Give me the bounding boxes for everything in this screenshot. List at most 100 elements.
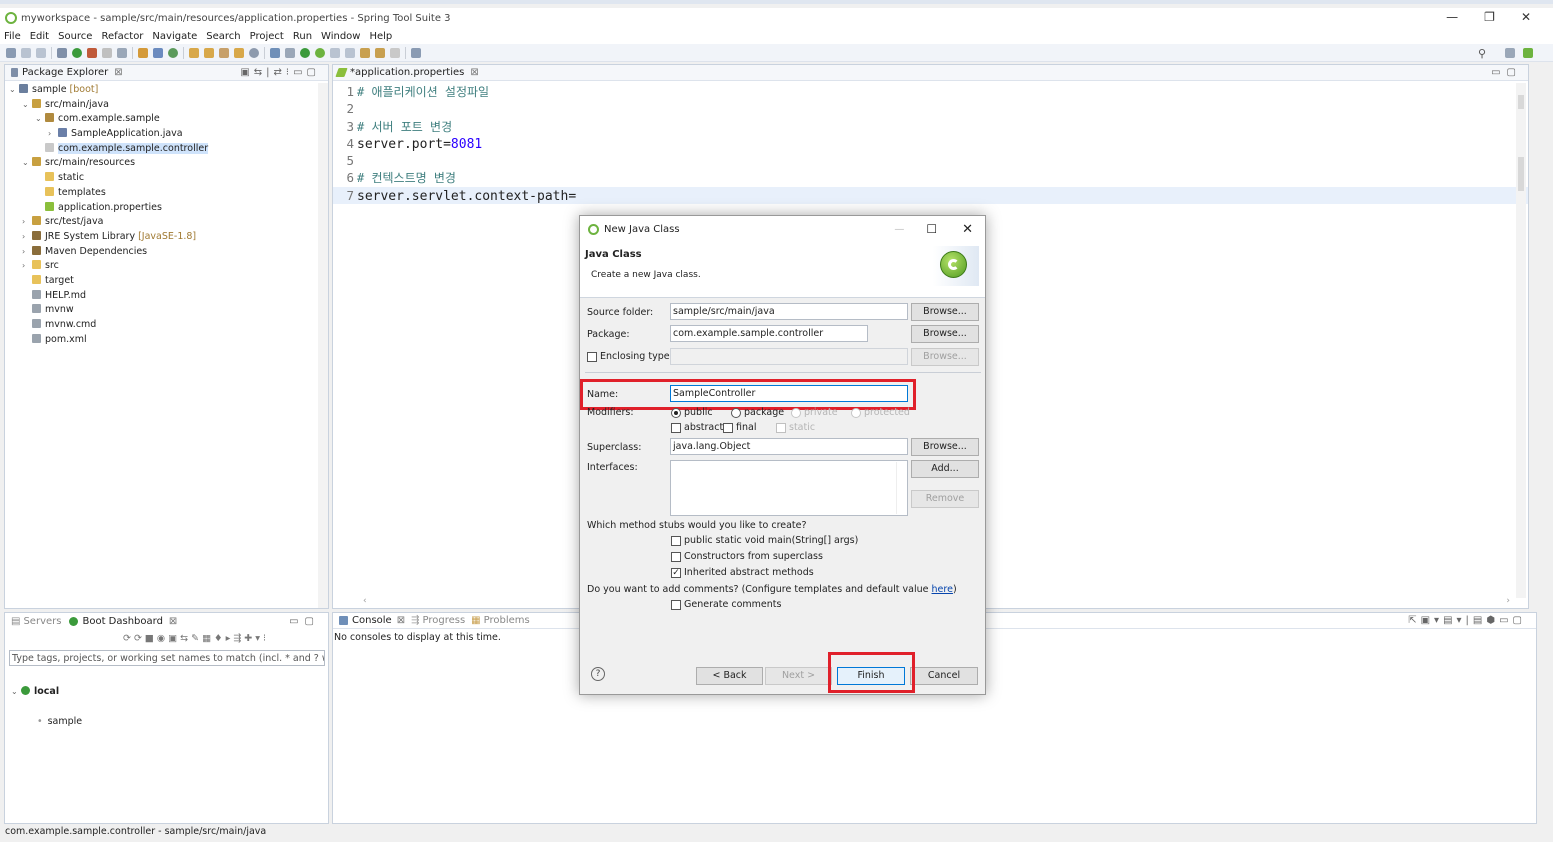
menu-source[interactable]: Source (58, 31, 92, 42)
boot-toolbar-icons[interactable]: ⟳⟳■◉▣⇆✎▦♦▸⇶✚▾⁝ (123, 633, 269, 644)
tree-item[interactable]: ⌄ src/main/java (5, 98, 328, 113)
tree-item[interactable]: › JRE System Library [JavaSE-1.8] (5, 230, 328, 245)
code-area[interactable]: 1 # 애플리케이션 설정파일 2 3 # 서버 포트 변경 4 server.port=8… (333, 83, 1528, 205)
open-folder-icon[interactable] (204, 47, 214, 58)
back-button[interactable]: < Back (696, 667, 763, 685)
debug-icon[interactable] (57, 47, 67, 58)
relaunch-icon[interactable] (117, 47, 127, 58)
panel-minmax-icons[interactable]: ▭▢ (289, 616, 320, 627)
next-annotation-icon[interactable] (345, 47, 355, 58)
scroll-left-icon[interactable]: ‹ (363, 596, 367, 606)
tree-item[interactable]: com.example.sample.controller (5, 142, 328, 157)
public-radio[interactable] (671, 408, 681, 418)
code-line[interactable]: 7 server.servlet.context-path= (333, 186, 1528, 205)
back-icon[interactable] (360, 47, 370, 58)
code-line[interactable]: 6 # 컨텍스트명 변경 (333, 169, 1528, 186)
java-perspective-icon[interactable] (1505, 48, 1515, 58)
menu-edit[interactable]: Edit (30, 31, 49, 42)
servers-tab[interactable]: Servers (23, 616, 61, 627)
package-explorer-tab[interactable]: Package Explorer ⊠ ▣⇆|⇄⁝▭▢ (5, 65, 328, 81)
chevron-right-icon[interactable]: › (48, 127, 58, 142)
problems-tab[interactable]: Problems (484, 615, 530, 626)
package-radio[interactable] (731, 408, 741, 418)
code-line[interactable]: 5 (333, 152, 1528, 169)
forward-icon[interactable] (375, 47, 385, 58)
browse-package-button[interactable]: Browse... (911, 325, 979, 343)
tree-item[interactable]: › Maven Dependencies (5, 245, 328, 260)
scroll-right-icon[interactable]: › (1506, 596, 1510, 606)
external-tools-icon[interactable] (87, 47, 97, 58)
view-toolbar-icons[interactable]: ▣⇆|⇄⁝▭▢ (240, 67, 320, 78)
constructors-checkbox[interactable] (671, 552, 681, 562)
menu-project[interactable]: Project (250, 31, 284, 42)
chevron-right-icon[interactable]: › (22, 215, 32, 230)
configure-templates-link[interactable]: here (932, 584, 953, 595)
new-icon[interactable] (6, 47, 16, 58)
chevron-down-icon[interactable]: ⌄ (35, 112, 45, 127)
tree-item[interactable]: › src/test/java (5, 215, 328, 230)
menu-run[interactable]: Run (293, 31, 312, 42)
tree-item[interactable]: ⌄ src/main/resources (5, 156, 328, 171)
tree-item[interactable]: static (5, 171, 328, 186)
globe-icon[interactable] (249, 47, 259, 58)
dialog-close-button[interactable]: ✕ (962, 222, 973, 237)
tree-item[interactable]: ⌄ sample [boot] (5, 83, 328, 98)
superclass-input[interactable]: java.lang.Object (670, 438, 908, 455)
menu-refactor[interactable]: Refactor (101, 31, 143, 42)
enclosing-type-checkbox[interactable] (587, 352, 597, 362)
tree-item[interactable]: mvnw (5, 303, 328, 318)
menu-help[interactable]: Help (369, 31, 392, 42)
console-toolbar-icons[interactable]: ⇱▣▾▤▾|▤⬢▭▢ (1408, 615, 1526, 626)
menu-window[interactable]: Window (321, 31, 360, 42)
tree-item[interactable]: mvnw.cmd (5, 318, 328, 333)
inherited-methods-checkbox[interactable]: ✓ (671, 568, 681, 578)
add-interface-button[interactable]: Add... (911, 460, 979, 478)
vertical-scrollbar[interactable] (318, 83, 328, 608)
final-checkbox[interactable] (723, 423, 733, 433)
restore-button[interactable]: ❐ (1484, 10, 1495, 24)
new-class-icon[interactable] (153, 47, 163, 58)
menu-navigate[interactable]: Navigate (152, 31, 197, 42)
chevron-down-icon[interactable]: ⌄ (22, 98, 32, 113)
chevron-right-icon[interactable]: › (22, 259, 32, 274)
open-type-icon[interactable] (189, 47, 199, 58)
spring-perspective-icon[interactable] (1523, 48, 1533, 58)
chevron-right-icon[interactable]: › (22, 245, 32, 260)
close-tab-icon[interactable]: ⊠ (169, 616, 177, 627)
code-line[interactable]: 1 # 애플리케이션 설정파일 (333, 83, 1528, 100)
pin-icon[interactable] (390, 47, 400, 58)
search-folder-icon[interactable] (234, 47, 244, 58)
code-line[interactable]: 3 # 서버 포트 변경 (333, 118, 1528, 135)
brush-icon[interactable] (219, 47, 229, 58)
code-line[interactable]: 2 (333, 100, 1528, 117)
tree-item[interactable]: pom.xml (5, 333, 328, 348)
code-line[interactable]: 4 server.port=8081 (333, 135, 1528, 152)
help-button[interactable]: ? (591, 667, 605, 681)
console-tab[interactable]: Console (352, 615, 392, 626)
chevron-right-icon[interactable]: › (22, 230, 32, 245)
close-tab-icon[interactable]: ⊠ (470, 67, 478, 78)
sample-app-node[interactable]: • sample (37, 715, 360, 730)
browse-source-button[interactable]: Browse... (911, 303, 979, 321)
open-perspective-icon[interactable] (411, 47, 421, 58)
generate-comments-checkbox[interactable] (671, 600, 681, 610)
editor-vertical-scrollbar[interactable] (1516, 83, 1526, 598)
tree-item[interactable]: templates (5, 186, 328, 201)
menu-search[interactable]: Search (206, 31, 240, 42)
stop-icon[interactable] (102, 47, 112, 58)
tree-item[interactable]: application.properties (5, 201, 328, 216)
run-icon[interactable] (72, 47, 82, 58)
menu-file[interactable]: File (4, 31, 21, 42)
editor-minmax-icons[interactable]: ▭▢ (1491, 67, 1522, 78)
boot-filter-input[interactable]: Type tags, projects, or working set name… (9, 650, 325, 666)
main-stub-checkbox[interactable] (671, 536, 681, 546)
new-package-icon[interactable] (138, 47, 148, 58)
tree-item[interactable]: ⌄ com.example.sample (5, 112, 328, 127)
interfaces-list[interactable] (670, 460, 908, 516)
spring-icon[interactable] (315, 47, 325, 58)
close-window-button[interactable]: ✕ (1521, 10, 1531, 24)
minimize-button[interactable]: — (1446, 10, 1458, 24)
search-icon[interactable]: ⚲ (1478, 47, 1486, 60)
source-folder-input[interactable]: sample/src/main/java (670, 303, 908, 320)
annotation-icon[interactable] (330, 47, 340, 58)
